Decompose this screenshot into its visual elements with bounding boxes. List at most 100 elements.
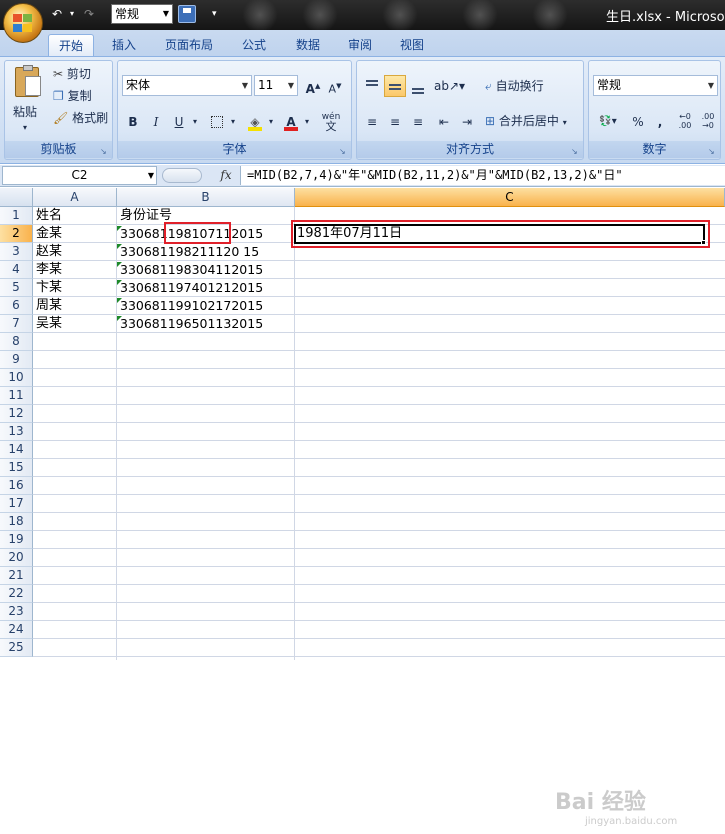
cell-a4[interactable]: 李某 <box>33 261 62 279</box>
cell-b5[interactable]: 330681197401212015 <box>117 279 263 297</box>
quick-style-combo[interactable]: 常规 ▼ <box>111 4 173 24</box>
shrink-font-icon[interactable]: A▼ <box>324 75 346 97</box>
tab-insert[interactable]: 插入 <box>103 34 145 56</box>
tab-data[interactable]: 数据 <box>290 34 326 56</box>
row-header-6[interactable]: 6 <box>0 297 33 315</box>
increase-decimal-icon[interactable]: ←0.00 <box>674 111 696 133</box>
row-header-18[interactable]: 18 <box>0 513 33 531</box>
fill-handle[interactable] <box>701 240 706 245</box>
column-header-c[interactable]: C <box>295 188 725 207</box>
save-icon[interactable] <box>178 5 196 23</box>
worksheet-grid[interactable]: A B C 1 2 3 4 5 6 7 8 9 10 11 12 13 14 15 16 17 18 19 20 21 2… <box>0 188 725 827</box>
row-header-12[interactable]: 12 <box>0 405 33 423</box>
row-header-9[interactable]: 9 <box>0 351 33 369</box>
borders-icon[interactable] <box>206 111 228 133</box>
align-bottom-icon[interactable] <box>407 75 429 97</box>
office-button[interactable] <box>3 3 43 43</box>
chevron-down-icon[interactable]: ▾ <box>227 111 239 133</box>
cut-button[interactable]: ✂ 剪切 <box>53 63 91 85</box>
cell-a5[interactable]: 卞某 <box>33 279 62 297</box>
dialog-launcher-icon[interactable]: ↘ <box>100 147 109 156</box>
dialog-launcher-icon[interactable]: ↘ <box>571 147 580 156</box>
cell-b3[interactable]: 330681198211120 15 <box>117 243 259 261</box>
insert-function-button[interactable]: fx <box>216 167 236 184</box>
row-header-4[interactable]: 4 <box>0 261 33 279</box>
cell-a7[interactable]: 吴某 <box>33 315 62 333</box>
tab-review[interactable]: 审阅 <box>342 34 378 56</box>
align-top-icon[interactable] <box>361 75 383 97</box>
tab-home[interactable]: 开始 <box>48 34 94 56</box>
customize-qa-icon[interactable]: ▾ <box>212 4 217 24</box>
row-header-3[interactable]: 3 <box>0 243 33 261</box>
phonetic-guide-icon[interactable]: wén 文 <box>316 111 346 133</box>
row-header-10[interactable]: 10 <box>0 369 33 387</box>
dialog-launcher-icon[interactable]: ↘ <box>339 147 348 156</box>
cell-c2[interactable]: 1981年07月11日 <box>294 225 402 243</box>
grow-font-icon[interactable]: A▲ <box>302 75 324 97</box>
cell-a6[interactable]: 周某 <box>33 297 62 315</box>
cell-b7[interactable]: 330681196501132015 <box>117 315 263 333</box>
orientation-icon[interactable]: ab↗▾ <box>433 75 465 97</box>
row-header-25[interactable]: 25 <box>0 639 33 657</box>
cell-a1[interactable]: 姓名 <box>33 207 62 225</box>
chevron-down-icon[interactable]: ▾ <box>189 111 201 133</box>
formula-input[interactable]: =MID(B2,7,4)&"年"&MID(B2,11,2)&"月"&MID(B2… <box>240 166 725 185</box>
align-center-icon[interactable]: ≡ <box>384 111 406 133</box>
font-name-combo[interactable]: 宋体 ▼ <box>122 75 252 96</box>
chevron-down-icon[interactable]: ▾ <box>301 111 313 133</box>
row-header-17[interactable]: 17 <box>0 495 33 513</box>
row-header-7[interactable]: 7 <box>0 315 33 333</box>
row-header-15[interactable]: 15 <box>0 459 33 477</box>
cell-b6[interactable]: 330681199102172015 <box>117 297 263 315</box>
row-header-21[interactable]: 21 <box>0 567 33 585</box>
format-painter-button[interactable]: 🖌 格式刷 <box>53 107 108 129</box>
row-header-24[interactable]: 24 <box>0 621 33 639</box>
copy-button[interactable]: ❐ 复制 <box>53 85 92 107</box>
align-left-icon[interactable]: ≡ <box>361 111 383 133</box>
row-header-8[interactable]: 8 <box>0 333 33 351</box>
fill-color-icon[interactable]: ◈ <box>244 111 266 133</box>
formula-bar-splitter[interactable] <box>160 167 212 184</box>
tab-formulas[interactable]: 公式 <box>236 34 272 56</box>
row-header-16[interactable]: 16 <box>0 477 33 495</box>
tab-page-layout[interactable]: 页面布局 <box>160 34 218 56</box>
paste-button[interactable]: 粘贴 ▾ <box>9 65 49 135</box>
dialog-launcher-icon[interactable]: ↘ <box>708 147 717 156</box>
bold-button[interactable]: B <box>122 111 144 133</box>
cell-b4[interactable]: 330681198304112015 <box>117 261 263 279</box>
decrease-decimal-icon[interactable]: .00 →0 <box>697 111 719 133</box>
undo-icon[interactable]: ↶ <box>52 4 62 24</box>
cell-a2[interactable]: 金某 <box>33 225 62 243</box>
name-box[interactable]: C2 ▼ <box>2 166 157 185</box>
cell-a3[interactable]: 赵某 <box>33 243 62 261</box>
merge-center-button[interactable]: ⊞ 合并后居中 ▾ <box>485 110 567 132</box>
column-header-a[interactable]: A <box>33 188 117 207</box>
row-header-20[interactable]: 20 <box>0 549 33 567</box>
underline-button[interactable]: U <box>168 111 190 133</box>
row-header-11[interactable]: 11 <box>0 387 33 405</box>
row-header-22[interactable]: 22 <box>0 585 33 603</box>
chevron-down-icon[interactable]: ▾ <box>265 111 277 133</box>
font-size-combo[interactable]: 11 ▼ <box>254 75 298 96</box>
percent-button[interactable]: % <box>627 111 649 133</box>
number-format-combo[interactable]: 常规 ▼ <box>593 75 718 96</box>
row-header-19[interactable]: 19 <box>0 531 33 549</box>
row-header-1[interactable]: 1 <box>0 207 33 225</box>
redo-icon[interactable]: ↷ <box>84 4 94 24</box>
row-header-5[interactable]: 5 <box>0 279 33 297</box>
align-right-icon[interactable]: ≡ <box>407 111 429 133</box>
column-header-b[interactable]: B <box>117 188 295 207</box>
undo-dropdown-icon[interactable]: ▾ <box>70 4 74 24</box>
row-header-23[interactable]: 23 <box>0 603 33 621</box>
row-header-2[interactable]: 2 <box>0 225 33 243</box>
row-header-14[interactable]: 14 <box>0 441 33 459</box>
tab-view[interactable]: 视图 <box>394 34 430 56</box>
decrease-indent-icon[interactable]: ⇤ <box>433 111 455 133</box>
row-header-13[interactable]: 13 <box>0 423 33 441</box>
wrap-text-button[interactable]: ⤶ 自动换行 <box>485 75 544 97</box>
increase-indent-icon[interactable]: ⇥ <box>456 111 478 133</box>
italic-button[interactable]: I <box>145 111 167 133</box>
align-middle-icon[interactable] <box>384 75 406 97</box>
font-color-icon[interactable]: A <box>280 111 302 133</box>
currency-icon[interactable]: 💱▾ <box>593 111 623 133</box>
